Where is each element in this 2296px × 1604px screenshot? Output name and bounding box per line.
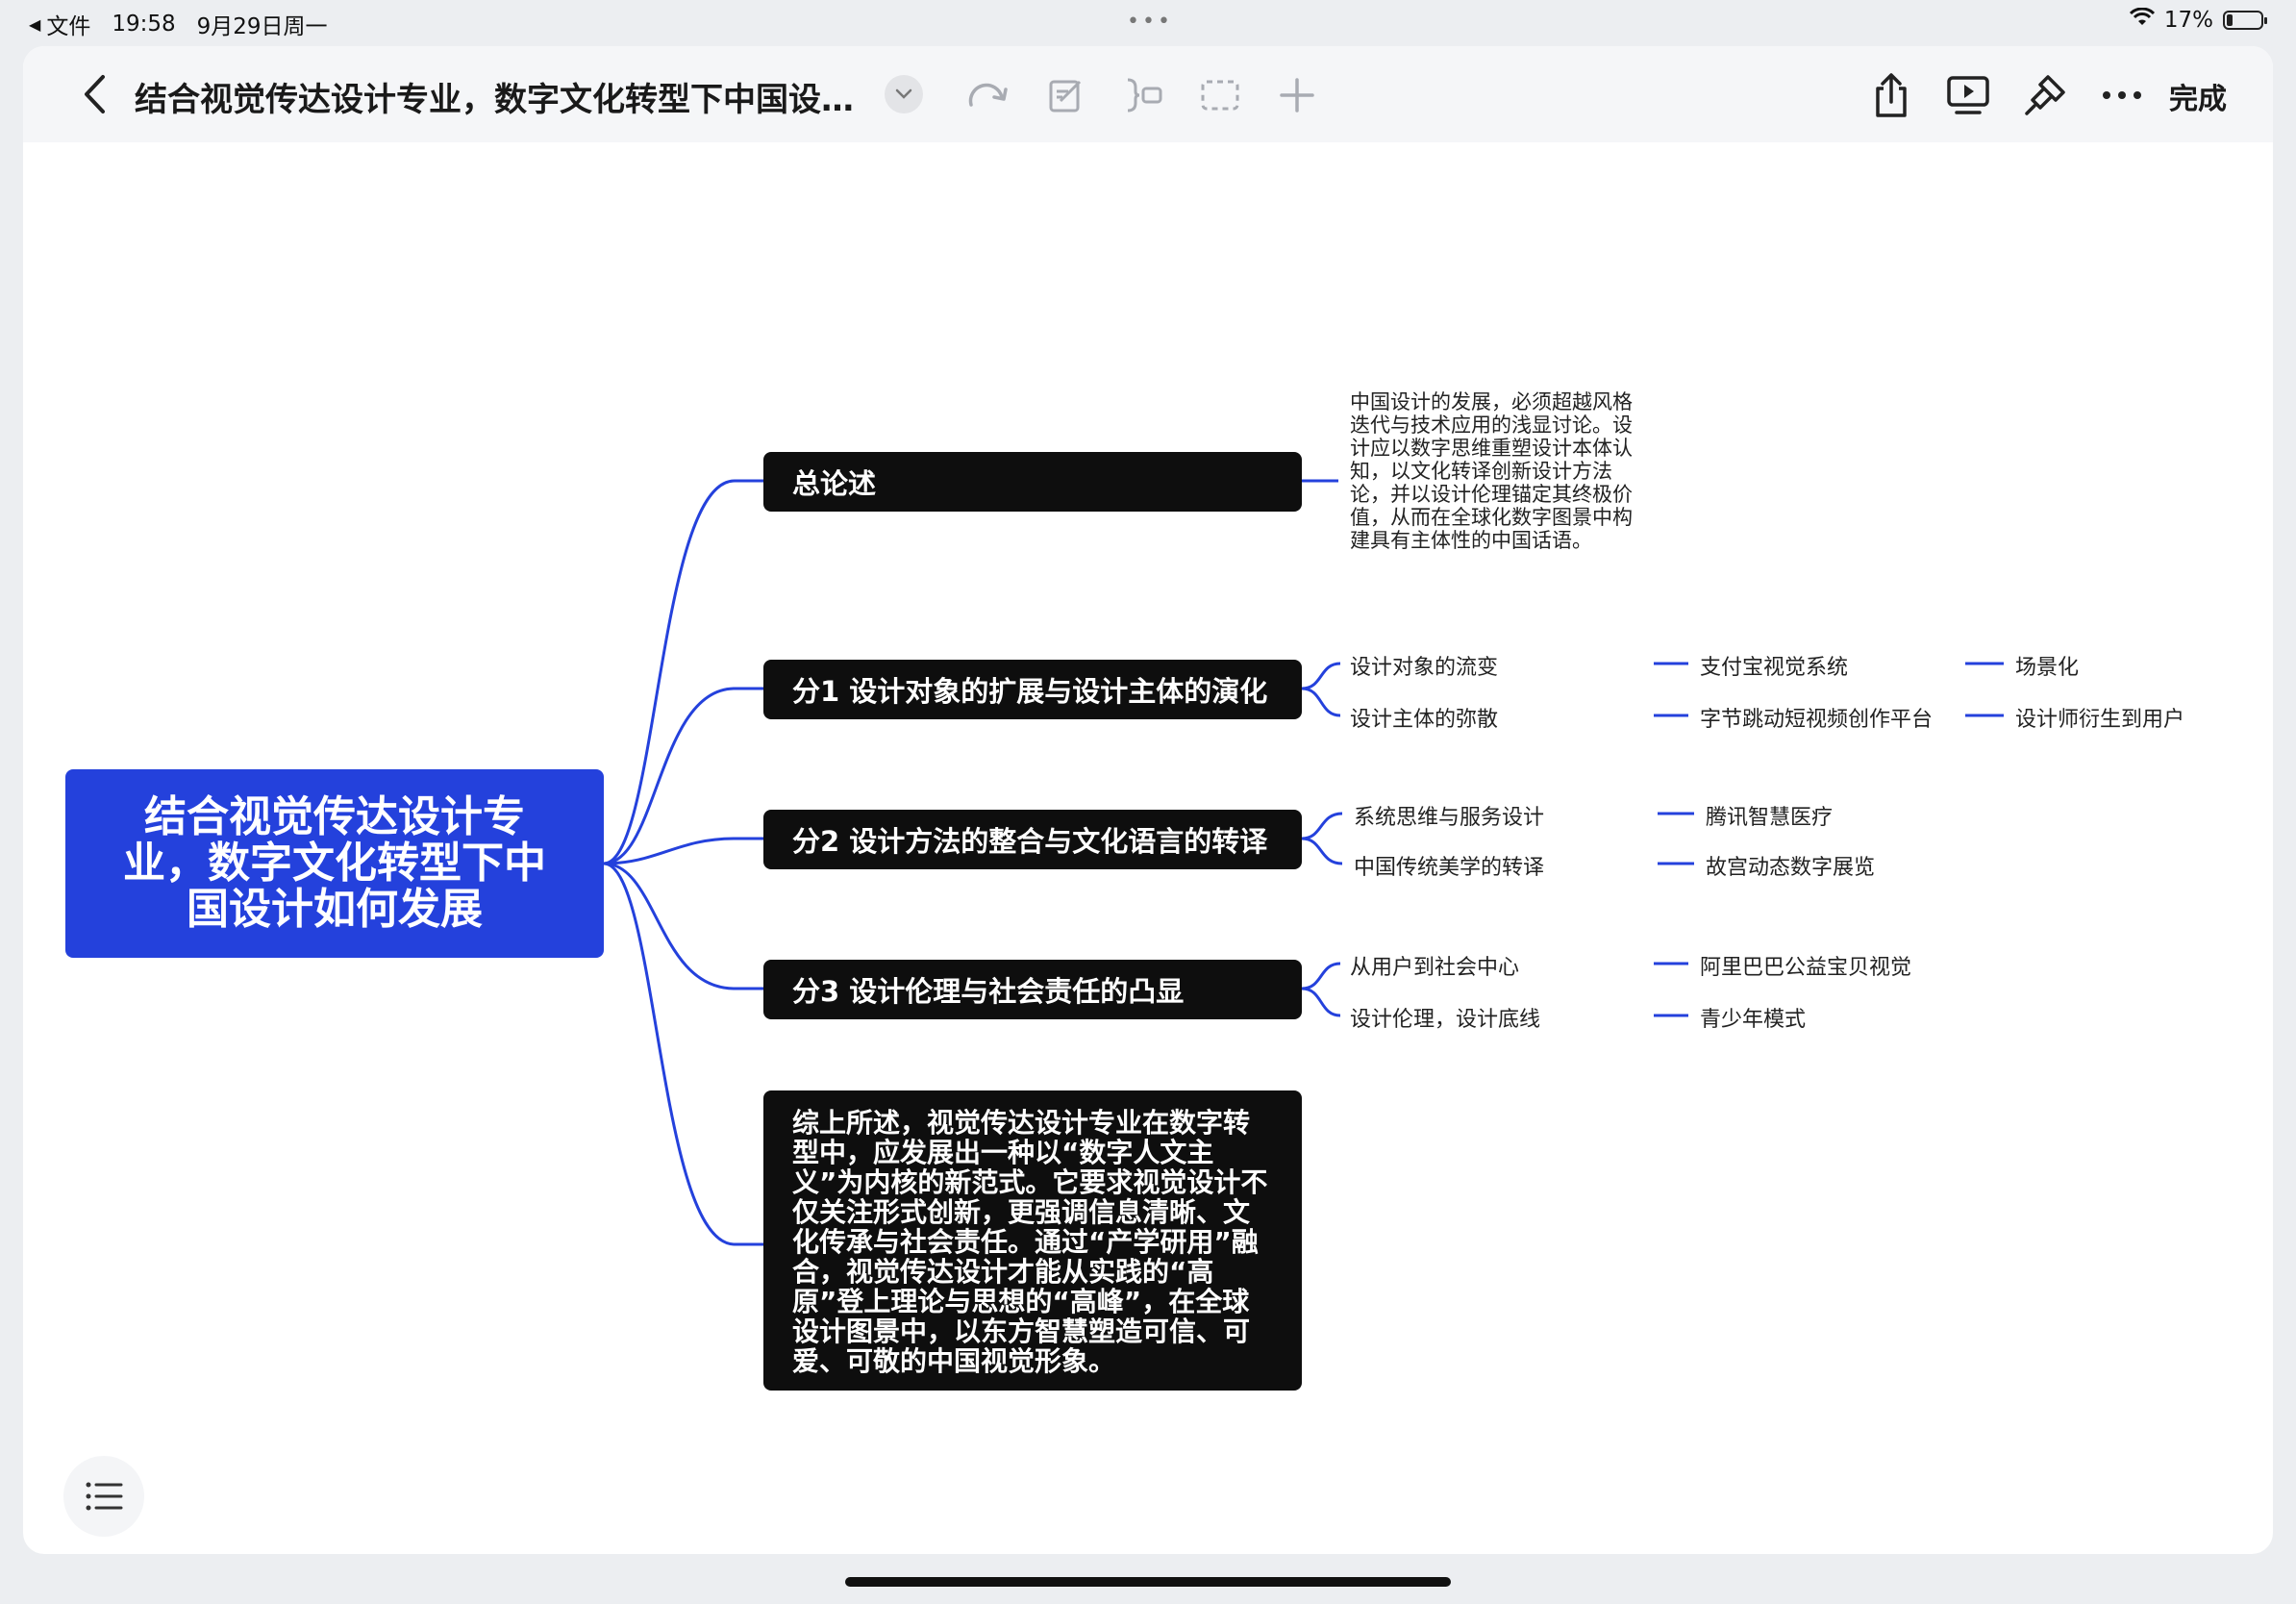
leaf-node[interactable]: 从用户到社会中心 (1350, 950, 1519, 981)
leaf-node[interactable]: 设计伦理，设计底线 (1350, 1002, 1540, 1033)
leaf-node[interactable]: 中国传统美学的转译 (1354, 850, 1544, 881)
branch-node-conclusion[interactable]: 综上所述，视觉传达设计专业在数字转型中，应发展出一种以“数字人文主义”为内核的新… (763, 1090, 1302, 1391)
back-app-label: 文件 (46, 14, 91, 39)
leaf-node[interactable]: 场景化 (2015, 650, 2079, 681)
overview-note[interactable]: 中国设计的发展，必须超越风格迭代与技术应用的浅显讨论。设计应以数字思维重塑设计本… (1350, 390, 1638, 552)
leaf-node[interactable]: 系统思维与服务设计 (1354, 800, 1544, 831)
battery-icon (2223, 11, 2267, 30)
status-time: 19:58 (112, 12, 176, 37)
wifi-icon (2129, 7, 2155, 33)
branch-node-3[interactable]: 分3 设计伦理与社会责任的凸显 (763, 960, 1302, 1019)
status-date: 9月29日周一 (196, 14, 328, 39)
leaf-node[interactable]: 设计师衍生到用户 (2015, 702, 2184, 733)
home-indicator[interactable] (845, 1577, 1451, 1587)
back-to-app[interactable]: ◀ 文件 (29, 8, 90, 40)
leaf-node[interactable]: 支付宝视觉系统 (1700, 650, 1848, 681)
document-card: 结合视觉传达设计专业，数字文化转型下中国设… 完成 结合视觉传达设计专业，数字文… (23, 46, 2273, 1554)
root-node[interactable]: 结合视觉传达设计专业，数字文化转型下中国设计如何发展 (65, 769, 604, 958)
status-bar: ◀ 文件 19:58 9月29日周一 ••• 17% (0, 0, 2296, 44)
leaf-node[interactable]: 设计主体的弥散 (1350, 702, 1498, 733)
leaf-node[interactable]: 阿里巴巴公益宝贝视觉 (1700, 950, 1911, 981)
leaf-node[interactable]: 腾讯智慧医疗 (1706, 800, 1833, 831)
status-left: ◀ 文件 19:58 9月29日周一 (29, 8, 328, 40)
mindmap-canvas[interactable]: 结合视觉传达设计专业，数字文化转型下中国设计如何发展 总论述 中国设计的发展，必… (23, 46, 2273, 1554)
battery-percent: 17% (2163, 8, 2213, 33)
leaf-node[interactable]: 故宫动态数字展览 (1706, 850, 1875, 881)
leaf-node[interactable]: 字节跳动短视频创作平台 (1700, 702, 1933, 733)
status-right: 17% (2129, 7, 2267, 33)
outline-list-icon (86, 1482, 123, 1511)
back-triangle-icon: ◀ (29, 14, 41, 34)
branch-node-1[interactable]: 分1 设计对象的扩展与设计主体的演化 (763, 660, 1302, 719)
multitask-dots-icon[interactable]: ••• (1127, 10, 1173, 34)
outline-button[interactable] (63, 1456, 144, 1537)
leaf-node[interactable]: 设计对象的流变 (1350, 650, 1498, 681)
leaf-node[interactable]: 青少年模式 (1700, 1002, 1806, 1033)
branch-node-overview[interactable]: 总论述 (763, 452, 1302, 512)
branch-node-2[interactable]: 分2 设计方法的整合与文化语言的转译 (763, 810, 1302, 869)
